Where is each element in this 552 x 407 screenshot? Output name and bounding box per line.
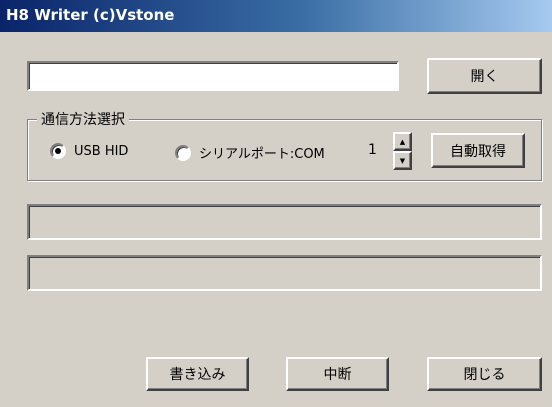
down-arrow-icon: ▼ [399,156,406,165]
radio-serial-com-label: シリアルポート:COM [199,147,325,162]
auto-detect-button[interactable]: 自動取得 [431,133,525,168]
progress-bar-2 [27,255,542,291]
progress-bar-1 [27,204,542,240]
write-button[interactable]: 書き込み [146,357,249,391]
up-arrow-icon: ▲ [399,137,406,146]
radio-usb-hid-indicator[interactable] [50,143,66,159]
spin-down-button[interactable]: ▼ [393,151,412,170]
write-button-label: 書き込み [169,367,226,383]
auto-detect-button-label: 自動取得 [450,143,506,160]
radio-serial-com-indicator[interactable] [175,144,191,161]
title-bar[interactable]: H8 Writer (c)Vstone [0,0,552,32]
radio-usb-hid-label: USB HID [74,143,129,159]
open-button-label: 開く [470,69,499,85]
spin-up-button[interactable]: ▲ [393,132,412,151]
abort-button-label: 中断 [323,367,352,383]
open-button[interactable]: 開く [427,58,542,94]
com-port-spinner[interactable]: ▲ ▼ [393,132,412,170]
close-button-label: 閉じる [463,367,506,383]
comm-method-group-label: 通信方法選択 [37,109,129,129]
radio-serial-com[interactable]: シリアルポート:COM [175,143,325,162]
window-title: H8 Writer (c)Vstone [6,6,175,24]
abort-button[interactable]: 中断 [286,357,389,391]
close-button[interactable]: 閉じる [427,357,542,391]
radio-usb-hid[interactable]: USB HID [50,143,128,159]
file-path-input[interactable] [27,61,399,91]
com-port-number: 1 [368,142,377,158]
